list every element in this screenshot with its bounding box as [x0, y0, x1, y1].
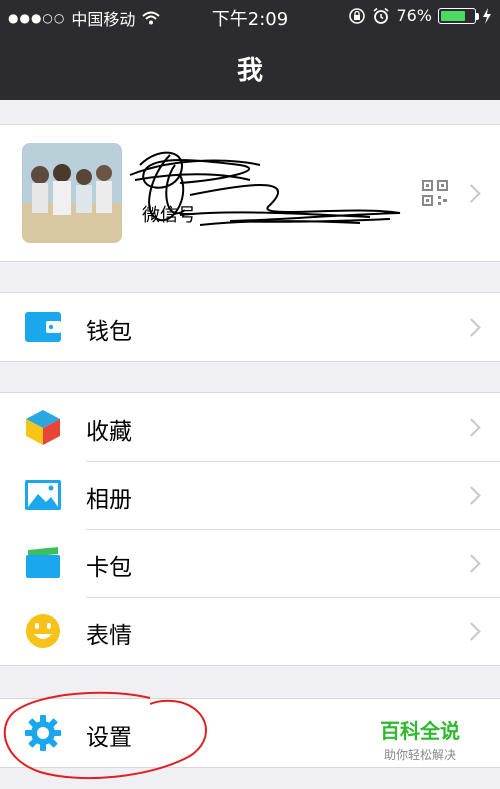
features-group: 收藏 相册 卡包 表情: [0, 392, 500, 666]
page-title: 我: [236, 56, 263, 86]
qr-code-icon[interactable]: [422, 180, 448, 206]
menu-item-label: 相册: [86, 487, 132, 513]
album-picture-icon: [25, 480, 61, 510]
menu-item-album[interactable]: 相册: [0, 461, 500, 529]
alarm-icon: [373, 7, 389, 24]
charging-bolt-icon: [483, 7, 491, 24]
menu-item-label: 设置: [86, 725, 132, 751]
avatar-photo-image: [22, 143, 122, 243]
profile-group: [0, 124, 500, 262]
status-right: 76%: [348, 6, 492, 25]
rotation-lock-icon: [349, 7, 366, 24]
menu-item-label: 收藏: [86, 419, 132, 445]
watermark: 百科全说 助你轻松解决: [380, 715, 460, 763]
watermark-subtitle: 助你轻松解决: [383, 748, 456, 762]
menu-item-cards[interactable]: 卡包: [0, 529, 500, 597]
profile-row[interactable]: [0, 125, 500, 261]
chevron-right-icon: [462, 554, 481, 573]
card-wallet-icon: [26, 547, 60, 578]
menu-item-label: 表情: [86, 623, 132, 649]
chevron-right-icon: [462, 418, 481, 437]
chevron-right-icon: [462, 318, 481, 337]
menu-item-favorites[interactable]: 收藏: [0, 393, 500, 461]
status-bar: ●●●○○ 中国移动 下午2:09 76%: [0, 0, 500, 32]
menu-item-label: 钱包: [86, 319, 132, 345]
smiley-face-icon: [26, 614, 60, 648]
avatar[interactable]: [22, 143, 122, 243]
favorites-cube-icon: [26, 410, 60, 445]
menu-item-stickers[interactable]: 表情: [0, 597, 500, 665]
battery-percent: 76%: [396, 6, 432, 25]
menu-item-wallet[interactable]: 钱包: [0, 293, 500, 361]
menu-item-label: 卡包: [86, 555, 132, 581]
battery-icon: [438, 7, 479, 24]
navigation-bar: 我: [0, 32, 500, 100]
battery-fill: [441, 10, 466, 21]
wallet-group: 钱包: [0, 292, 500, 362]
profile-chevron-icon: [462, 184, 481, 203]
watermark-title: 百科全说: [380, 719, 460, 743]
wallet-icon: [25, 312, 61, 342]
chevron-right-icon: [462, 622, 481, 641]
gear-icon: [25, 715, 61, 751]
chevron-right-icon: [462, 486, 481, 505]
